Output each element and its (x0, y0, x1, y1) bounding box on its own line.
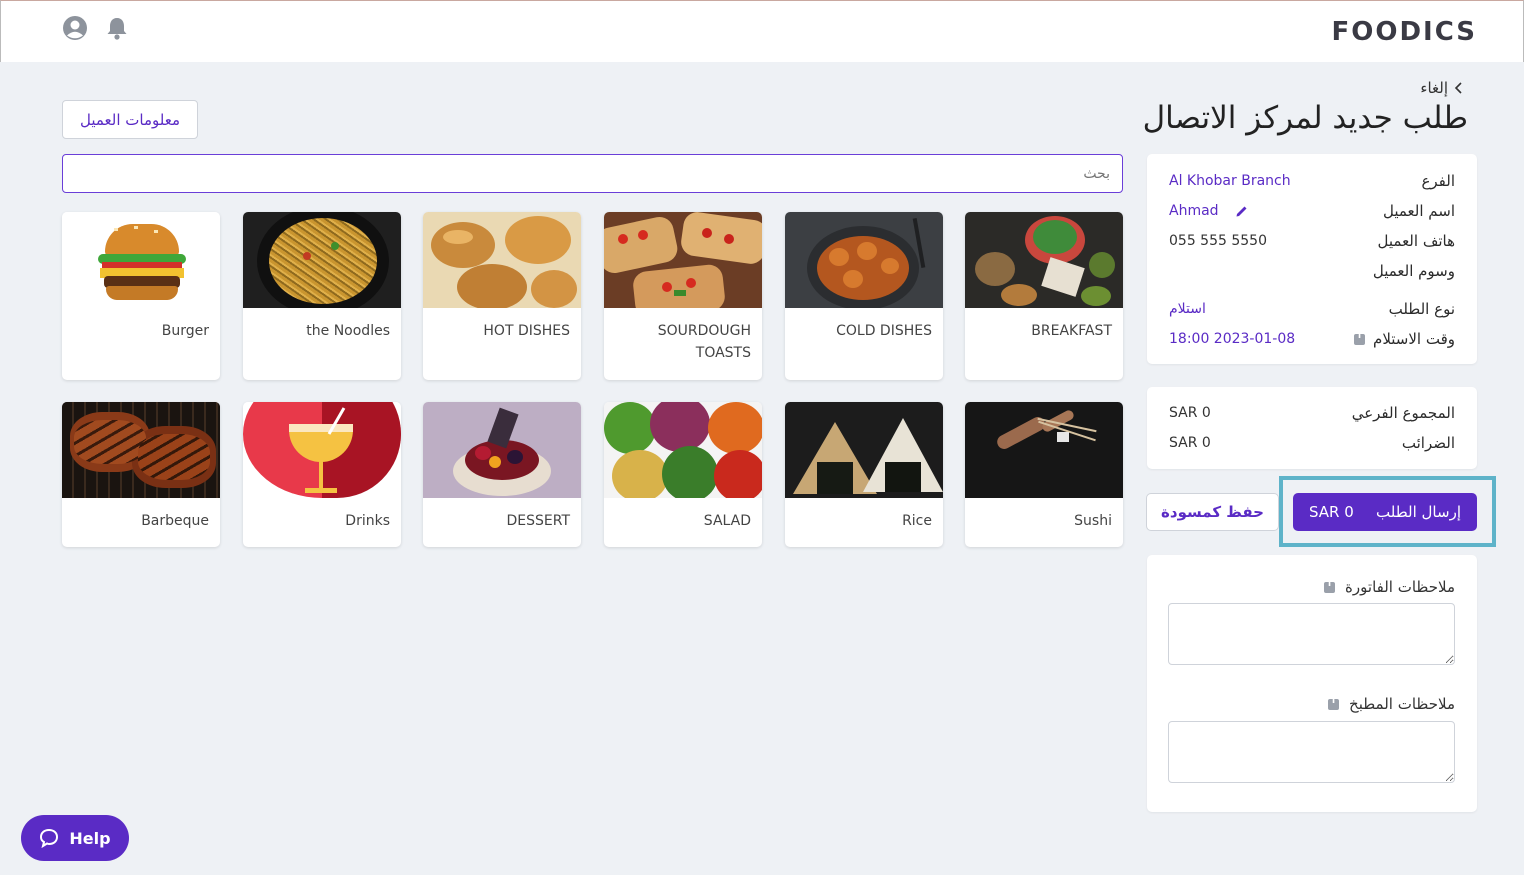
category-label: COLD DISHES (836, 323, 932, 339)
help-button[interactable]: Help (21, 815, 129, 861)
search-box[interactable] (62, 154, 1123, 193)
branch-label: الفرع (1421, 172, 1455, 190)
category-label: Rice (902, 513, 932, 529)
customer-info-button[interactable]: معلومات العميل (62, 100, 198, 139)
subtotal-label: المجموع الفرعي (1351, 404, 1455, 422)
pickup-time-label-group: وقت الاستلام (1354, 330, 1455, 348)
hot-dishes-image (423, 212, 581, 308)
category-card-drinks[interactable]: Drinks (243, 402, 401, 547)
subtotal-value: SAR 0 (1169, 405, 1211, 421)
search-input[interactable] (63, 155, 1122, 192)
tax-value: SAR 0 (1169, 435, 1211, 451)
customer-phone-value: 055 555 5550 (1169, 233, 1267, 249)
category-label: DESSERT (506, 513, 570, 529)
pickup-time-value[interactable]: 18:00 2023-01-08 (1169, 330, 1295, 348)
category-label: Sushi (1074, 513, 1112, 529)
category-label: HOT DISHES (483, 323, 570, 339)
rice-image (785, 402, 943, 498)
help-label: Help (69, 828, 111, 848)
cancel-back-link[interactable]: إلغاء (1420, 79, 1464, 97)
salad-image (604, 402, 762, 498)
invoice-notes-field[interactable] (1168, 603, 1455, 665)
pencil-edit-icon[interactable] (1235, 204, 1249, 218)
category-card-barbeque[interactable]: Barbeque (62, 402, 220, 547)
customer-phone-row: هاتف العميل 055 555 5550 (1169, 232, 1455, 250)
top-bar: FOODICS (0, 0, 1524, 62)
noodles-image (243, 212, 401, 308)
tax-row: الضرائب SAR 0 (1169, 434, 1455, 452)
category-label: Burger (161, 323, 209, 339)
category-card-sourdough-toasts[interactable]: SOURDOUGH TOASTS (604, 212, 762, 380)
customer-tags-label: وسوم العميل (1372, 262, 1455, 280)
invoice-notes-label-group: ملاحظات الفاتورة (1324, 578, 1455, 596)
category-card-cold-dishes[interactable]: COLD DISHES (785, 212, 943, 380)
tax-label: الضرائب (1401, 434, 1455, 452)
breakfast-image (965, 212, 1123, 308)
order-info-panel: الفرع Al Khobar Branch اسم العميل Ahmad … (1147, 154, 1477, 364)
order-type-value[interactable]: استلام (1169, 300, 1206, 318)
customer-name-row: اسم العميل Ahmad (1169, 202, 1455, 220)
branch-value[interactable]: Al Khobar Branch (1169, 172, 1291, 190)
user-circle-icon[interactable] (62, 15, 88, 41)
send-order-amount: SAR 0 (1309, 503, 1354, 521)
customer-tags-row: وسوم العميل (1169, 262, 1455, 280)
invoice-notes-label: ملاحظات الفاتورة (1345, 578, 1455, 596)
cold-dishes-image (785, 212, 943, 308)
branch-row: الفرع Al Khobar Branch (1169, 172, 1455, 190)
category-label: the Noodles (306, 323, 390, 339)
burger-image (62, 212, 220, 308)
kitchen-notes-label: ملاحظات المطبخ (1349, 695, 1455, 713)
order-type-row: نوع الطلب استلام (1169, 300, 1455, 318)
category-label: BREAKFAST (1031, 323, 1112, 339)
customer-phone-label: هاتف العميل (1377, 232, 1455, 250)
category-label: SALAD (703, 513, 751, 529)
customer-name-value[interactable]: Ahmad (1169, 203, 1219, 219)
category-label: Drinks (345, 513, 390, 529)
sourdough-toasts-image (604, 212, 762, 308)
info-icon[interactable] (1354, 331, 1366, 345)
chat-bubble-icon (40, 828, 59, 848)
page-title: طلب جديد لمركز الاتصال (1142, 100, 1468, 136)
info-icon[interactable] (1324, 579, 1336, 593)
subtotal-row: المجموع الفرعي SAR 0 (1169, 404, 1455, 422)
pickup-time-row: وقت الاستلام 18:00 2023-01-08 (1169, 330, 1455, 348)
category-card-rice[interactable]: Rice (785, 402, 943, 547)
send-order-label: إرسال الطلب (1376, 503, 1461, 521)
kitchen-notes-label-group: ملاحظات المطبخ (1328, 695, 1455, 713)
bell-icon[interactable] (104, 15, 130, 41)
kitchen-notes-field[interactable] (1168, 721, 1455, 783)
chevron-left-icon (1454, 82, 1462, 94)
category-card-breakfast[interactable]: BREAKFAST (965, 212, 1123, 380)
customer-name-label: اسم العميل (1382, 202, 1455, 220)
barbeque-image (62, 402, 220, 498)
category-card-sushi[interactable]: Sushi (965, 402, 1123, 547)
order-type-label: نوع الطلب (1388, 300, 1455, 318)
save-draft-button[interactable]: حفظ كمسودة (1146, 493, 1279, 531)
send-order-button[interactable]: SAR 0 إرسال الطلب (1293, 493, 1477, 531)
category-card-the-noodles[interactable]: the Noodles (243, 212, 401, 380)
category-card-hot-dishes[interactable]: HOT DISHES (423, 212, 581, 380)
pickup-time-label: وقت الاستلام (1373, 330, 1455, 348)
drinks-image (243, 402, 401, 498)
back-label: إلغاء (1420, 79, 1448, 97)
category-card-salad[interactable]: SALAD (604, 402, 762, 547)
customer-name-group: Ahmad (1169, 202, 1249, 220)
category-label: Barbeque (141, 513, 209, 529)
totals-panel: المجموع الفرعي SAR 0 الضرائب SAR 0 (1147, 387, 1477, 469)
category-card-dessert[interactable]: DESSERT (423, 402, 581, 547)
sushi-image (965, 402, 1123, 498)
category-card-burger[interactable]: Burger (62, 212, 220, 380)
foodics-logo: FOODICS (1331, 17, 1477, 47)
dessert-image (423, 402, 581, 498)
info-icon[interactable] (1328, 696, 1340, 710)
category-label: SOURDOUGH TOASTS (657, 323, 751, 361)
